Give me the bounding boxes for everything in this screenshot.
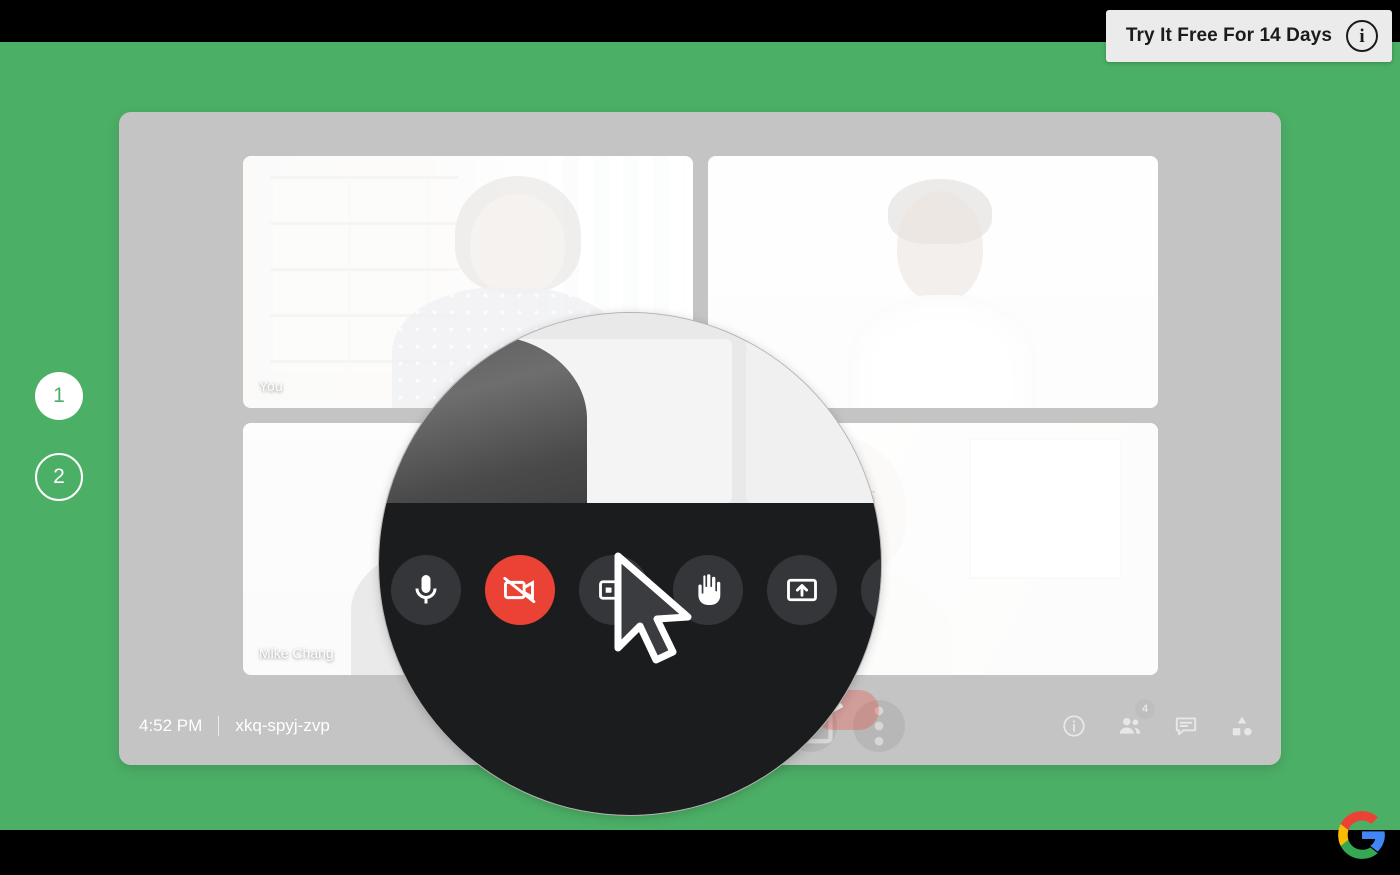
tile-label-mike-chang: Mike Chang [259,645,334,661]
present-now-button-magnified[interactable] [767,555,837,625]
step-marker-1[interactable]: 1 [35,372,83,420]
chat-icon[interactable] [1171,711,1201,741]
mouse-cursor [612,552,704,664]
step-marker-2-label: 2 [53,465,65,488]
meeting-code[interactable]: xkq-spyj-zvp [235,716,329,736]
meeting-time: 4:52 PM [139,716,203,735]
tile-label-you: You [259,378,283,394]
activities-icon[interactable] [1227,711,1257,741]
lens-participant-silhouette [379,335,587,510]
meet-right-icon-group: 4 [1059,699,1257,741]
screen-root: You Mike Chang 4:52 PM xkq-spyj-zvp 4 Tr… [0,0,1400,875]
meeting-details-icon[interactable] [1059,711,1089,741]
more-options-button-magnified[interactable] [861,555,881,625]
step-marker-group: 1 2 [35,372,83,501]
people-icon[interactable]: 4 [1115,699,1155,741]
meta-divider [218,716,220,736]
camera-button-magnified[interactable] [485,555,555,625]
participant-count-badge: 4 [1135,699,1155,719]
microphone-button-magnified[interactable] [391,555,461,625]
promo-banner-text: Try It Free For 14 Days [1125,25,1332,46]
lens-tile-right [746,339,881,503]
info-icon[interactable]: i [1346,20,1378,52]
promo-banner[interactable]: Try It Free For 14 Days i [1105,10,1392,62]
lens-tile-area [379,313,881,510]
step-marker-1-label: 1 [53,384,65,407]
letterbox-bottom [0,830,1400,875]
step-marker-2[interactable]: 2 [35,453,83,501]
google-logo [1336,809,1388,861]
meeting-meta: 4:52 PM xkq-spyj-zvp [139,716,330,736]
